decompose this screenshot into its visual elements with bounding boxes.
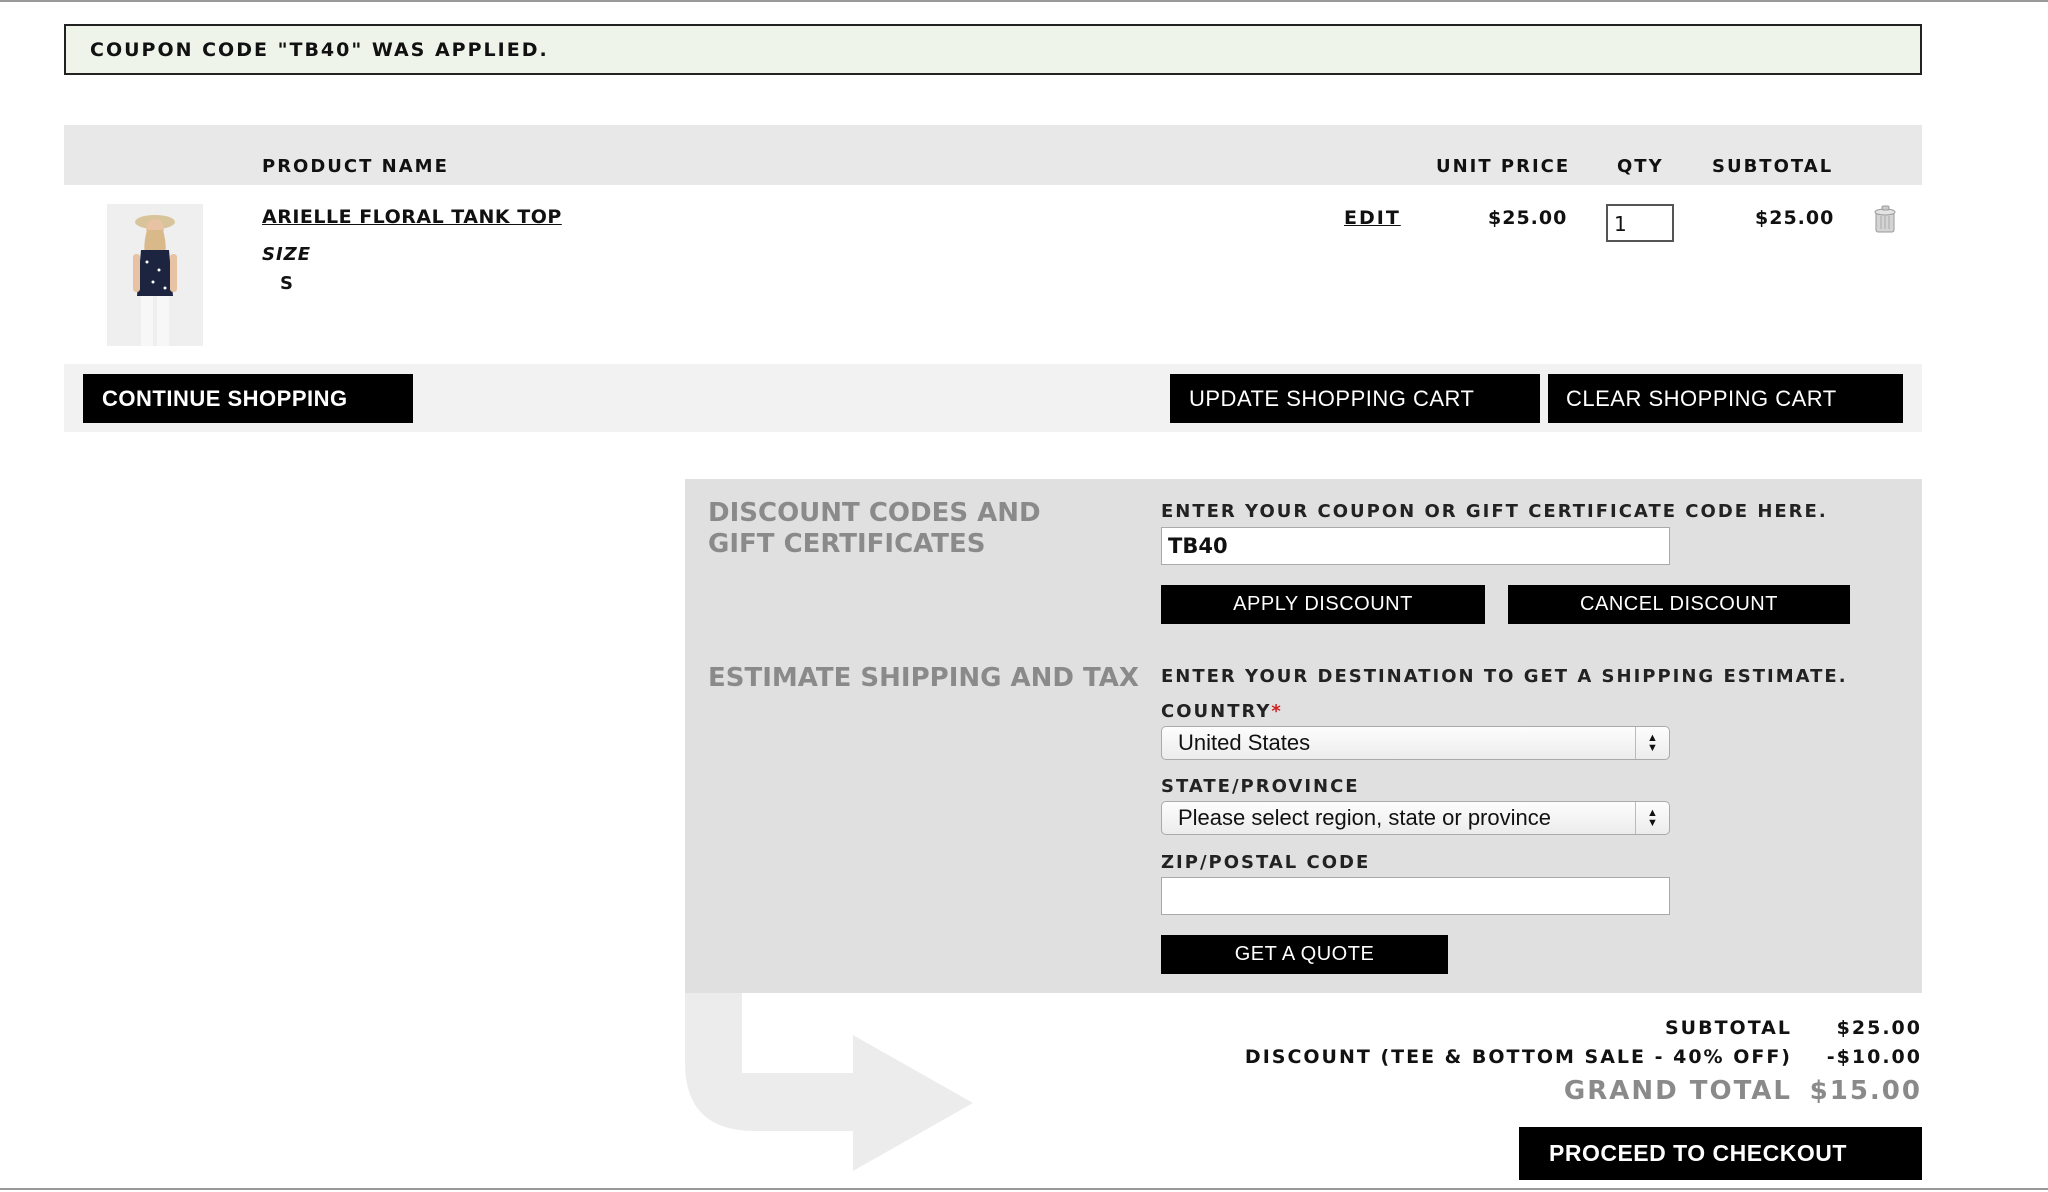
grand-total-value: $15.00 [1809, 1076, 1922, 1106]
header-subtotal: SUBTOTAL [1712, 156, 1834, 177]
required-mark: * [1271, 701, 1283, 722]
notice-text: COUPON CODE "TB40" WAS APPLIED. [90, 38, 549, 61]
grand-total-row: GRAND TOTAL $15.00 [1564, 1076, 1922, 1106]
unit-price: $25.00 [1488, 207, 1568, 229]
country-select[interactable]: United States ▲ ▼ [1161, 726, 1670, 760]
state-select-value: Please select region, state or province [1178, 805, 1551, 830]
option-value-size: S [280, 273, 293, 294]
product-name-link[interactable]: ARIELLE FLORAL TANK TOP [262, 206, 562, 228]
totals-subtotal-label: SUBTOTAL [1664, 1017, 1792, 1039]
totals-discount-row: DISCOUNT (TEE & BOTTOM SALE - 40% OFF) -… [1245, 1046, 1922, 1068]
grand-total-label: GRAND TOTAL [1563, 1076, 1792, 1106]
option-label-size: SIZE [262, 244, 312, 265]
curved-arrow-icon [685, 993, 1005, 1173]
coupon-code-input[interactable]: TB40 [1161, 527, 1670, 565]
totals-subtotal-value: $25.00 [1836, 1017, 1922, 1039]
edit-item-link[interactable]: EDIT [1344, 207, 1401, 229]
coupon-applied-notice: COUPON CODE "TB40" WAS APPLIED. [64, 24, 1922, 75]
shipping-section-title: ESTIMATE SHIPPING AND TAX [708, 663, 1139, 693]
clear-cart-button[interactable]: CLEAR SHOPPING CART [1548, 374, 1903, 423]
cart-table-header: PRODUCT NAME UNIT PRICE QTY SUBTOTAL [64, 125, 1922, 185]
country-label-text: COUNTRY [1161, 701, 1272, 722]
header-qty: QTY [1617, 156, 1664, 177]
header-product-name: PRODUCT NAME [262, 156, 449, 177]
item-subtotal: $25.00 [1755, 207, 1835, 229]
totals-discount-label: DISCOUNT (TEE & BOTTOM SALE - 40% OFF) [1244, 1046, 1792, 1068]
continue-shopping-button[interactable]: CONTINUE SHOPPING [83, 374, 413, 423]
state-select[interactable]: Please select region, state or province … [1161, 801, 1670, 835]
qty-input[interactable]: 1 [1606, 204, 1674, 242]
state-label: STATE/PROVINCE [1161, 776, 1360, 797]
country-select-value: United States [1178, 730, 1311, 755]
zip-label: ZIP/POSTAL CODE [1161, 852, 1371, 873]
totals-discount-value: -$10.00 [1826, 1046, 1922, 1068]
bottom-rule [0, 1188, 2048, 1190]
proceed-to-checkout-button[interactable]: PROCEED TO CHECKOUT [1519, 1127, 1922, 1180]
header-unit-price: UNIT PRICE [1436, 156, 1571, 177]
discount-section-title: DISCOUNT CODES AND GIFT CERTIFICATES [708, 498, 1041, 559]
cancel-discount-button[interactable]: CANCEL DISCOUNT [1508, 585, 1850, 624]
zip-input[interactable] [1161, 877, 1670, 915]
coupon-instruction: ENTER YOUR COUPON OR GIFT CERTIFICATE CO… [1161, 501, 1828, 522]
totals-subtotal-row: SUBTOTAL $25.00 [1665, 1017, 1922, 1039]
select-arrows-icon: ▲ ▼ [1635, 727, 1669, 759]
get-quote-button[interactable]: GET A QUOTE [1161, 935, 1448, 974]
top-rule [0, 0, 2048, 2]
shipping-instruction: ENTER YOUR DESTINATION TO GET A SHIPPING… [1161, 666, 1848, 687]
trash-can-icon[interactable] [1872, 204, 1900, 234]
product-thumbnail[interactable] [107, 204, 203, 346]
select-arrows-icon: ▲ ▼ [1635, 802, 1669, 834]
country-label: COUNTRY* [1161, 701, 1283, 722]
apply-discount-button[interactable]: APPLY DISCOUNT [1161, 585, 1485, 624]
update-cart-button[interactable]: UPDATE SHOPPING CART [1170, 374, 1540, 423]
